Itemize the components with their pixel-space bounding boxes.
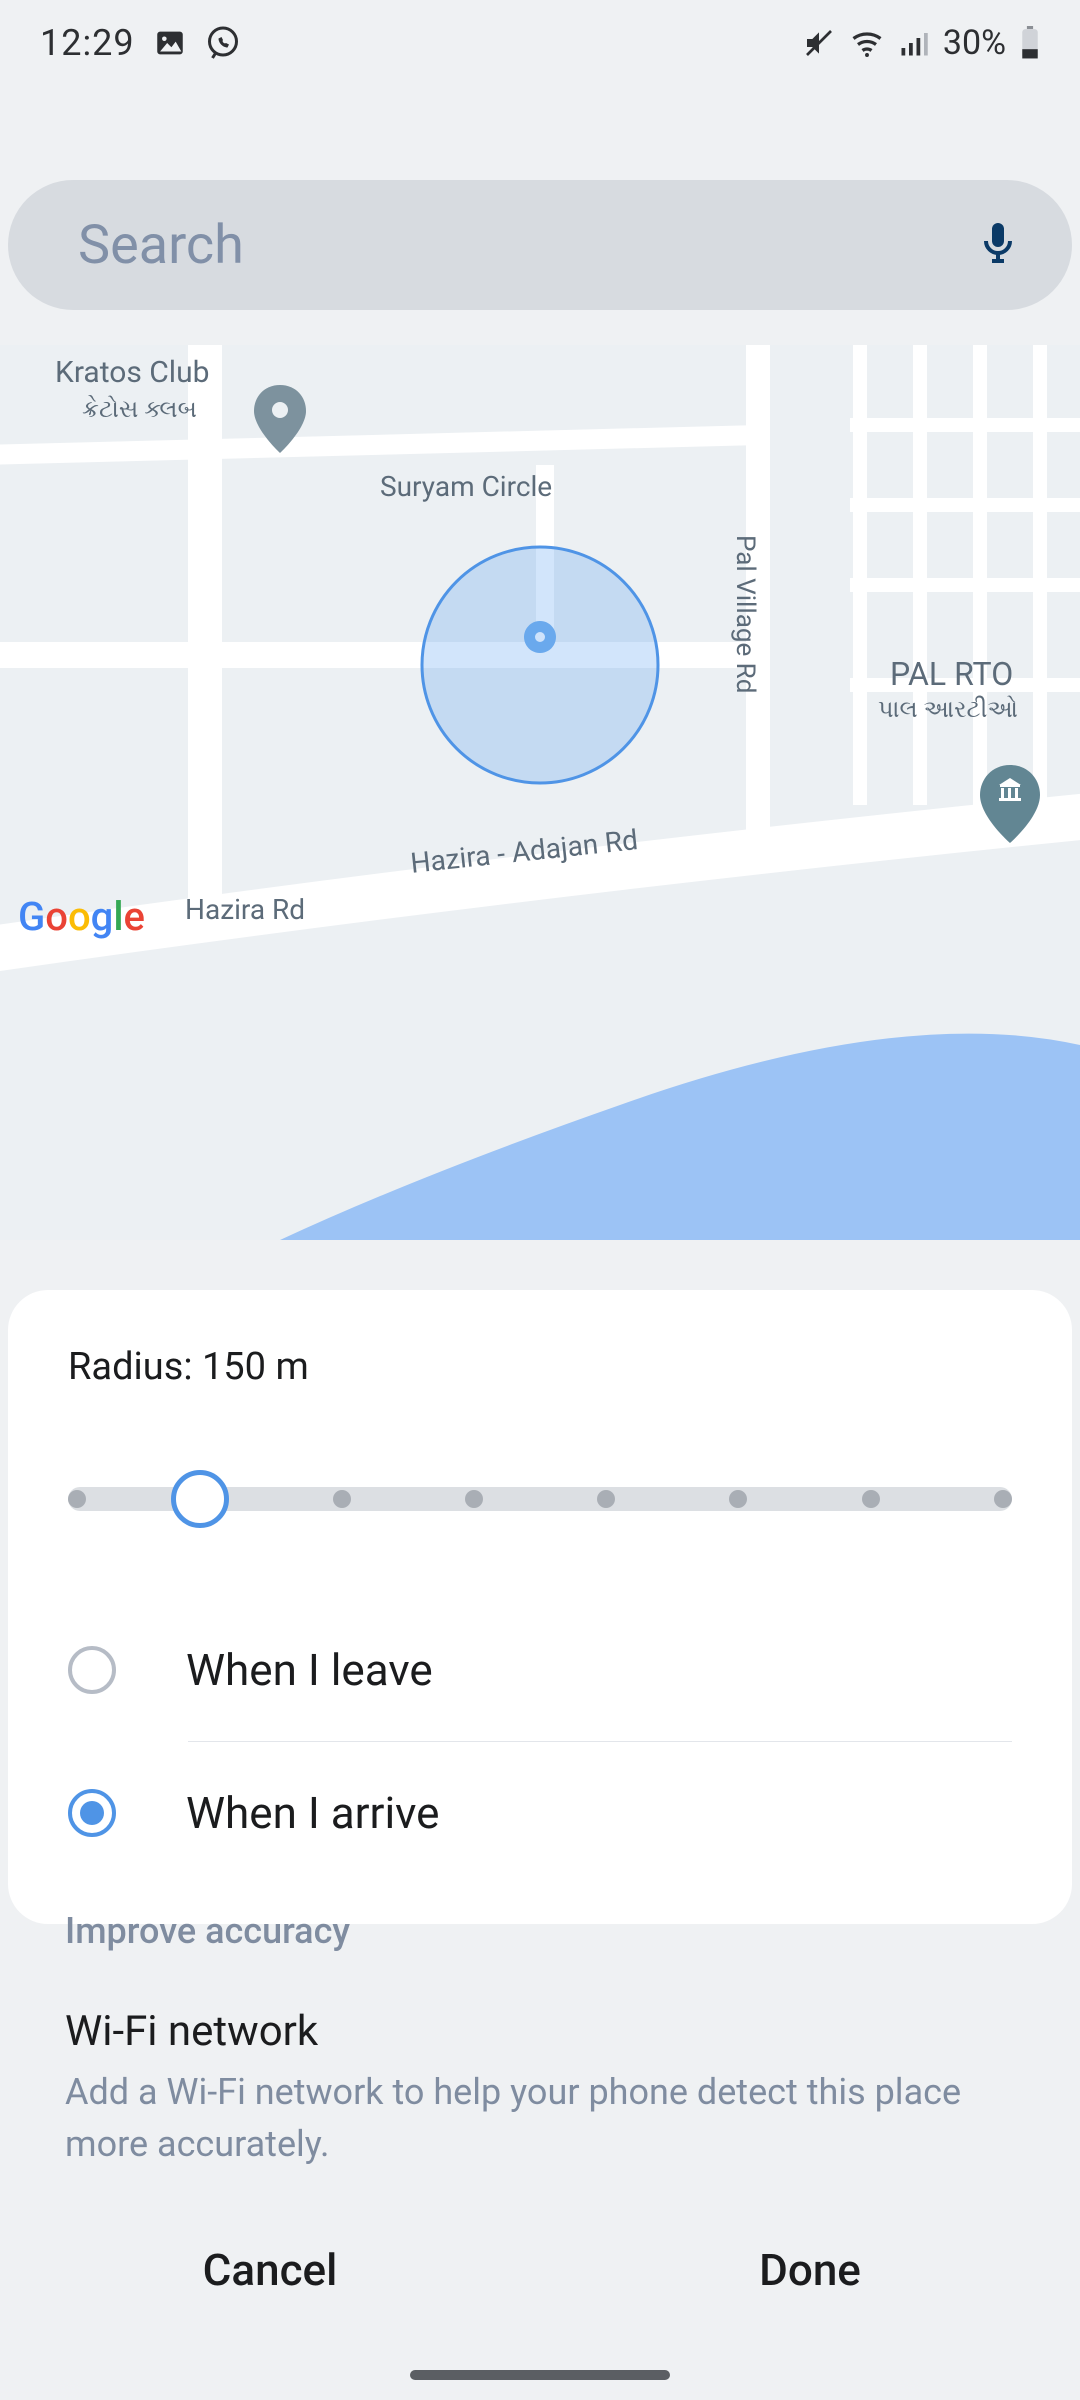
- map-label-palrto: PAL RTO: [890, 655, 1013, 693]
- map-label-palrto-sub: પાલ આરટીઓ: [878, 695, 1018, 723]
- status-right: 30%: [803, 23, 1040, 63]
- map-label-kratos-sub: ક્રેટોસ ક્લબ: [82, 395, 197, 423]
- radius-slider[interactable]: [68, 1469, 1012, 1529]
- radio-off-icon: [68, 1646, 116, 1694]
- radius-label: Radius: 150 m: [68, 1345, 1012, 1389]
- mic-icon[interactable]: [974, 219, 1022, 271]
- nav-handle[interactable]: [410, 2370, 670, 2380]
- status-time: 12:29: [40, 22, 135, 64]
- radio-on-icon: [68, 1789, 116, 1837]
- option-when-i-arrive[interactable]: When I arrive: [68, 1742, 1012, 1884]
- slider-thumb[interactable]: [171, 1470, 229, 1528]
- battery-icon: [1020, 26, 1040, 60]
- mute-icon: [803, 27, 835, 59]
- bottom-actions: Cancel Done: [0, 2210, 1080, 2330]
- improve-accuracy-section: Improve accuracy Wi-Fi network Add a Wi-…: [65, 1910, 1015, 2170]
- search-bar[interactable]: Search: [8, 180, 1072, 310]
- done-button[interactable]: Done: [540, 2210, 1080, 2330]
- wifi-network-title: Wi-Fi network: [65, 2007, 1015, 2056]
- map-view[interactable]: Kratos Club ક્રેટોસ ક્લબ Suryam Circle P…: [0, 345, 1080, 1240]
- wifi-network-sub: Add a Wi-Fi network to help your phone d…: [65, 2066, 965, 2170]
- option-leave-label: When I leave: [186, 1644, 433, 1696]
- signal-icon: [899, 28, 929, 58]
- map-label-suryam: Suryam Circle: [380, 470, 552, 503]
- map-label-hazira: Hazira Rd: [185, 893, 305, 926]
- option-when-i-leave[interactable]: When I leave: [68, 1599, 1012, 1741]
- google-logo: Google: [18, 893, 145, 940]
- cancel-button[interactable]: Cancel: [0, 2210, 540, 2330]
- option-arrive-label: When I arrive: [186, 1787, 440, 1839]
- battery-text: 30%: [943, 23, 1006, 63]
- gallery-icon: [153, 26, 187, 60]
- improve-accuracy-title: Improve accuracy: [65, 1910, 1015, 1952]
- whatsapp-icon: [205, 25, 241, 61]
- wifi-network-row[interactable]: Wi-Fi network Add a Wi-Fi network to hel…: [65, 2007, 1015, 2170]
- status-bar: 12:29 30%: [0, 0, 1080, 85]
- options-card: Radius: 150 m When I leave When I arrive: [8, 1290, 1072, 1924]
- status-left: 12:29: [40, 22, 241, 64]
- search-placeholder: Search: [78, 214, 244, 277]
- map-label-kratos: Kratos Club: [55, 355, 209, 390]
- map-label-palroad: Pal Village Rd: [730, 535, 760, 693]
- wifi-icon: [849, 25, 885, 61]
